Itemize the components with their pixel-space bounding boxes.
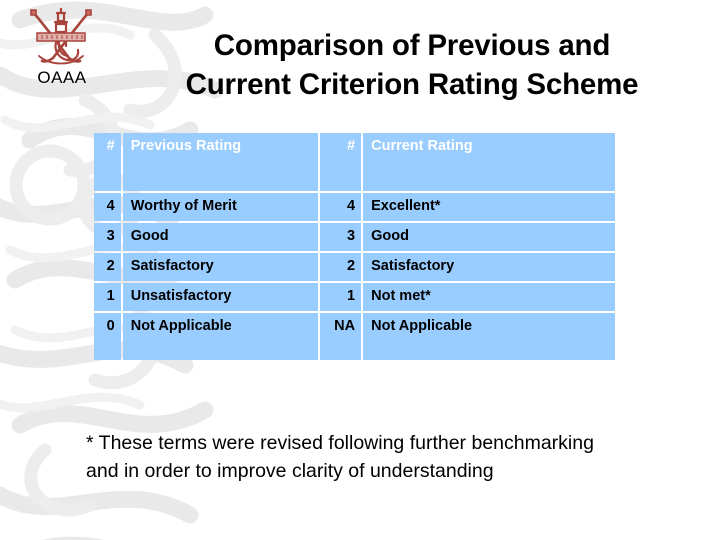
table-row: 2 Satisfactory 2 Satisfactory xyxy=(94,253,615,281)
header-current-num-text: # xyxy=(347,138,356,154)
page-title-line-2: Current Criterion Rating Scheme xyxy=(185,68,639,102)
previous-num-text: 3 xyxy=(106,228,115,244)
cell-current-num: 4 xyxy=(320,193,362,221)
current-rating-text: Excellent* xyxy=(371,198,441,214)
cell-previous-num: 0 xyxy=(94,313,121,360)
cell-current-rating: Not Applicable xyxy=(363,313,615,360)
slide-canvas: OAAA Comparison of Previous and Current … xyxy=(0,0,720,540)
cell-previous-rating: Satisfactory xyxy=(122,253,319,281)
current-num-text: 2 xyxy=(347,258,356,274)
cell-current-rating: Excellent* xyxy=(363,193,615,221)
table-row: 3 Good 3 Good xyxy=(94,223,615,251)
cell-previous-rating: Worthy of Merit xyxy=(122,193,319,221)
cell-previous-num: 3 xyxy=(94,223,121,251)
header-previous-rating-text: Previous Rating xyxy=(130,138,242,154)
page-title: Comparison of Previous and Current Crite… xyxy=(120,26,704,104)
cell-current-num: 3 xyxy=(320,223,362,251)
cell-previous-num: 1 xyxy=(94,283,121,311)
previous-num-text: 4 xyxy=(106,198,115,214)
cell-current-rating: Good xyxy=(363,223,615,251)
previous-num-text: 0 xyxy=(106,318,115,334)
table-row: 0 Not Applicable NA Not Applicable xyxy=(94,313,615,360)
previous-num-text: 2 xyxy=(106,258,115,274)
previous-rating-text: Not Applicable xyxy=(130,318,232,334)
cell-current-num: NA xyxy=(320,313,362,360)
previous-rating-text: Unsatisfactory xyxy=(130,288,232,304)
cell-previous-rating: Good xyxy=(122,223,319,251)
footnote-text: * These terms were revised following fur… xyxy=(86,432,594,482)
page-title-line-1: Comparison of Previous and xyxy=(213,29,611,62)
header-current-rating-text: Current Rating xyxy=(371,138,473,154)
previous-rating-text: Worthy of Merit xyxy=(130,198,237,214)
header-cell-current-rating: Current Rating xyxy=(363,133,615,191)
header-cell-previous-num: # xyxy=(94,133,121,191)
cell-previous-num: 4 xyxy=(94,193,121,221)
cell-current-num: 2 xyxy=(320,253,362,281)
cell-previous-rating: Unsatisfactory xyxy=(122,283,319,311)
previous-num-text: 1 xyxy=(106,288,115,304)
current-num-text: 4 xyxy=(347,198,356,214)
header-previous-num-text: # xyxy=(106,138,115,154)
current-num-text: 1 xyxy=(347,288,356,304)
current-rating-text: Not met* xyxy=(371,288,431,304)
table-row: 4 Worthy of Merit 4 Excellent* xyxy=(94,193,615,221)
cell-previous-rating: Not Applicable xyxy=(122,313,319,360)
cell-current-rating: Not met* xyxy=(363,283,615,311)
current-rating-text: Good xyxy=(371,228,409,244)
oman-national-emblem-icon xyxy=(30,7,92,65)
current-num-text: 3 xyxy=(347,228,356,244)
current-num-text: NA xyxy=(334,318,356,334)
table-header-row: # Previous Rating # Current Rating xyxy=(94,133,615,191)
cell-current-num: 1 xyxy=(320,283,362,311)
oaaa-logo: OAAA xyxy=(22,6,102,98)
table-row: 1 Unsatisfactory 1 Not met* xyxy=(94,283,615,311)
logo-label: OAAA xyxy=(37,68,87,87)
rating-comparison-table: # Previous Rating # Current Rating 4 Wor… xyxy=(92,131,617,362)
previous-rating-text: Satisfactory xyxy=(130,258,214,274)
current-rating-text: Not Applicable xyxy=(371,318,473,334)
cell-current-rating: Satisfactory xyxy=(363,253,615,281)
current-rating-text: Satisfactory xyxy=(371,258,455,274)
header-cell-current-num: # xyxy=(320,133,362,191)
previous-rating-text: Good xyxy=(130,228,169,244)
cell-previous-num: 2 xyxy=(94,253,121,281)
header-cell-previous-rating: Previous Rating xyxy=(122,133,319,191)
